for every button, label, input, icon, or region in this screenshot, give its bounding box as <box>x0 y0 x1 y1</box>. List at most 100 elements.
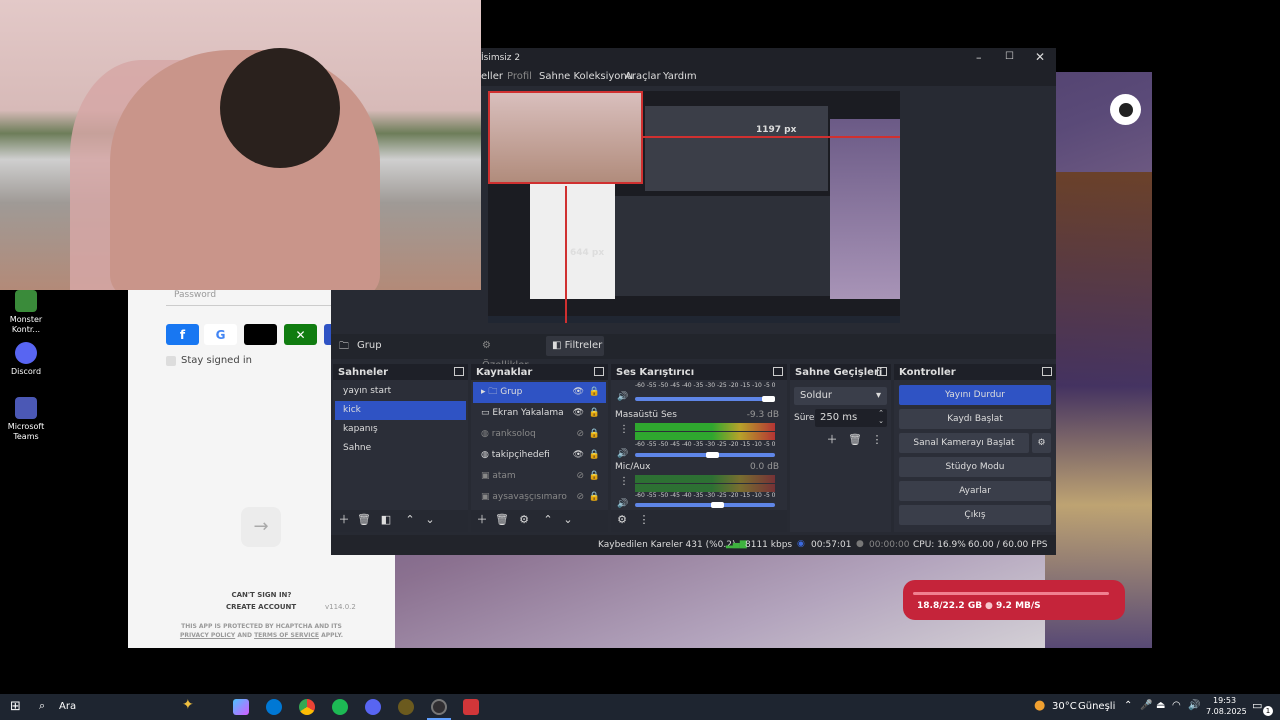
create-account-link[interactable]: CREATE ACCOUNT <box>226 603 296 611</box>
gear-icon[interactable]: ⚙ <box>1032 433 1051 453</box>
notification-icon[interactable]: ▭ <box>1252 699 1262 712</box>
discord-icon[interactable] <box>365 699 381 715</box>
selected-source-box[interactable] <box>488 91 643 184</box>
popout-icon[interactable] <box>773 367 783 376</box>
scene-item[interactable]: yayın start <box>335 382 466 401</box>
scene-filter-button[interactable]: ◧ <box>379 513 393 527</box>
channel-menu-button[interactable]: ⋮ <box>619 424 629 435</box>
google-login-button[interactable]: G <box>204 324 237 345</box>
eye-hidden-icon[interactable]: ⊘ <box>576 487 584 508</box>
lock-icon[interactable]: 🔒 <box>589 403 600 424</box>
speaker-icon[interactable]: 🔊 <box>1188 700 1200 711</box>
add-source-button[interactable]: ＋ <box>475 513 489 527</box>
popout-icon[interactable] <box>877 367 887 376</box>
settings-button[interactable]: Ayarlar <box>899 481 1051 501</box>
stay-signed-checkbox[interactable] <box>166 356 176 366</box>
eye-icon[interactable]: 👁 <box>573 445 584 466</box>
start-recording-button[interactable]: Kaydı Başlat <box>899 409 1051 429</box>
terms-link[interactable]: TERMS OF SERVICE <box>254 632 319 639</box>
menu-profile[interactable]: Profil <box>507 71 532 82</box>
lock-icon[interactable]: 🔒 <box>589 487 600 508</box>
spotify-icon[interactable] <box>332 699 348 715</box>
source-settings-button[interactable]: ⚙ <box>517 513 531 527</box>
lock-icon[interactable]: 🔒 <box>589 466 600 487</box>
add-transition-button[interactable]: ＋ <box>825 433 839 447</box>
sign-in-arrow-button[interactable]: → <box>241 507 281 547</box>
scene-item[interactable]: kapanış <box>335 420 466 439</box>
chrome-icon[interactable] <box>299 699 315 715</box>
desktop-icon-monster[interactable]: Monster Kontr... <box>0 290 52 335</box>
delete-scene-button[interactable]: 🗑 <box>357 513 371 527</box>
menu-tools[interactable]: Araçlar <box>625 71 661 82</box>
scene-item[interactable]: Sahne <box>335 439 466 458</box>
xbox-login-button[interactable]: ✕ <box>284 324 317 345</box>
lock-icon[interactable]: 🔒 <box>589 382 600 403</box>
move-up-button[interactable]: ⌃ <box>403 513 417 527</box>
volume-icon[interactable]: 🔊 <box>617 499 628 509</box>
maximize-button[interactable]: ☐ <box>1005 51 1014 62</box>
usb-icon[interactable]: ⏏ <box>1156 700 1165 711</box>
facebook-login-button[interactable]: f <box>166 324 199 345</box>
start-virtual-camera-button[interactable]: Sanal Kamerayı Başlat <box>899 433 1029 453</box>
source-item[interactable]: ▣ atam ⊘ 🔒 <box>473 466 606 487</box>
volume-icon[interactable]: 🔊 <box>617 392 628 402</box>
skype-icon[interactable] <box>266 699 282 715</box>
desktop-icon-discord[interactable]: Discord <box>0 342 52 377</box>
menu-scenes[interactable]: eller <box>481 71 503 82</box>
microphone-icon[interactable]: 🎤 <box>1140 700 1152 711</box>
copilot-icon[interactable] <box>233 699 249 715</box>
weather-icon[interactable]: ● <box>1034 698 1045 713</box>
eye-hidden-icon[interactable]: ⊘ <box>576 424 584 445</box>
clock-date[interactable]: 7.08.2025 <box>1206 707 1247 716</box>
volume-icon[interactable]: 🔊 <box>617 449 628 459</box>
preview-canvas[interactable]: 1197 px 644 px <box>488 91 900 323</box>
cant-sign-in-link[interactable]: CAN'T SIGN IN? <box>128 591 395 599</box>
search-box[interactable]: ⌕ Ara ✦ <box>32 694 222 720</box>
move-down-button[interactable]: ⌄ <box>561 513 575 527</box>
lock-icon[interactable]: 🔒 <box>589 424 600 445</box>
delete-source-button[interactable]: 🗑 <box>495 513 509 527</box>
lock-icon[interactable]: 🔒 <box>589 445 600 466</box>
eye-hidden-icon[interactable]: ⊘ <box>576 466 584 487</box>
popout-icon[interactable] <box>1042 367 1052 376</box>
riot-client-icon[interactable] <box>463 699 479 715</box>
popout-icon[interactable] <box>594 367 604 376</box>
stop-stream-button[interactable]: Yayını Durdur <box>899 385 1051 405</box>
move-up-button[interactable]: ⌃ <box>541 513 555 527</box>
source-item[interactable]: ◍ ranksoloq ⊘ 🔒 <box>473 424 606 445</box>
popout-icon[interactable] <box>454 367 464 376</box>
menu-help[interactable]: Yardım <box>663 71 697 82</box>
weather-temp[interactable]: 30°C <box>1052 701 1077 712</box>
properties-button[interactable]: ⚙ Özellikler <box>474 336 539 371</box>
windows-start-icon[interactable]: ⊞ <box>10 699 21 714</box>
transition-select[interactable]: Soldur ▾ <box>794 387 887 405</box>
duration-input[interactable]: 250 ms ⌃ ⌄ <box>815 409 887 427</box>
close-button[interactable]: ✕ <box>1035 50 1045 64</box>
channel-menu-button[interactable]: ⋮ <box>619 476 629 487</box>
clock-time[interactable]: 19:53 <box>1213 696 1236 705</box>
desktop-icon-teams[interactable]: Microsoft Teams <box>0 397 52 442</box>
transition-menu-button[interactable]: ⋮ <box>870 433 884 447</box>
obs-icon[interactable] <box>431 699 447 715</box>
delete-transition-button[interactable]: 🗑 <box>848 433 862 447</box>
mixer-settings-button[interactable]: ⚙ <box>615 513 629 527</box>
weather-text[interactable]: Güneşli <box>1078 701 1115 712</box>
source-item[interactable]: ▸ 🗀 Grup 👁 🔒 <box>473 382 606 403</box>
wifi-icon[interactable]: ◠ <box>1172 700 1181 711</box>
filters-button[interactable]: ◧ Filtreler <box>546 336 604 356</box>
game-launcher-icon[interactable] <box>398 699 414 715</box>
apple-login-button[interactable] <box>244 324 277 345</box>
eye-icon[interactable]: 👁 <box>573 382 584 403</box>
source-item[interactable]: ◍ takipçihedefi 👁 🔒 <box>473 445 606 466</box>
privacy-link[interactable]: PRIVACY POLICY <box>180 632 235 639</box>
source-item[interactable]: ▭ Ekran Yakalama 👁 🔒 <box>473 403 606 424</box>
exit-button[interactable]: Çıkış <box>899 505 1051 525</box>
move-down-button[interactable]: ⌄ <box>423 513 437 527</box>
scene-item[interactable]: kick <box>335 401 466 420</box>
add-scene-button[interactable]: ＋ <box>337 513 351 527</box>
menu-scene-collection[interactable]: Sahne Koleksiyonu <box>539 71 633 82</box>
minimize-button[interactable]: – <box>976 51 982 64</box>
volume-slider[interactable] <box>711 502 725 508</box>
mixer-menu-button[interactable]: ⋮ <box>637 513 651 527</box>
volume-slider[interactable] <box>762 396 775 402</box>
